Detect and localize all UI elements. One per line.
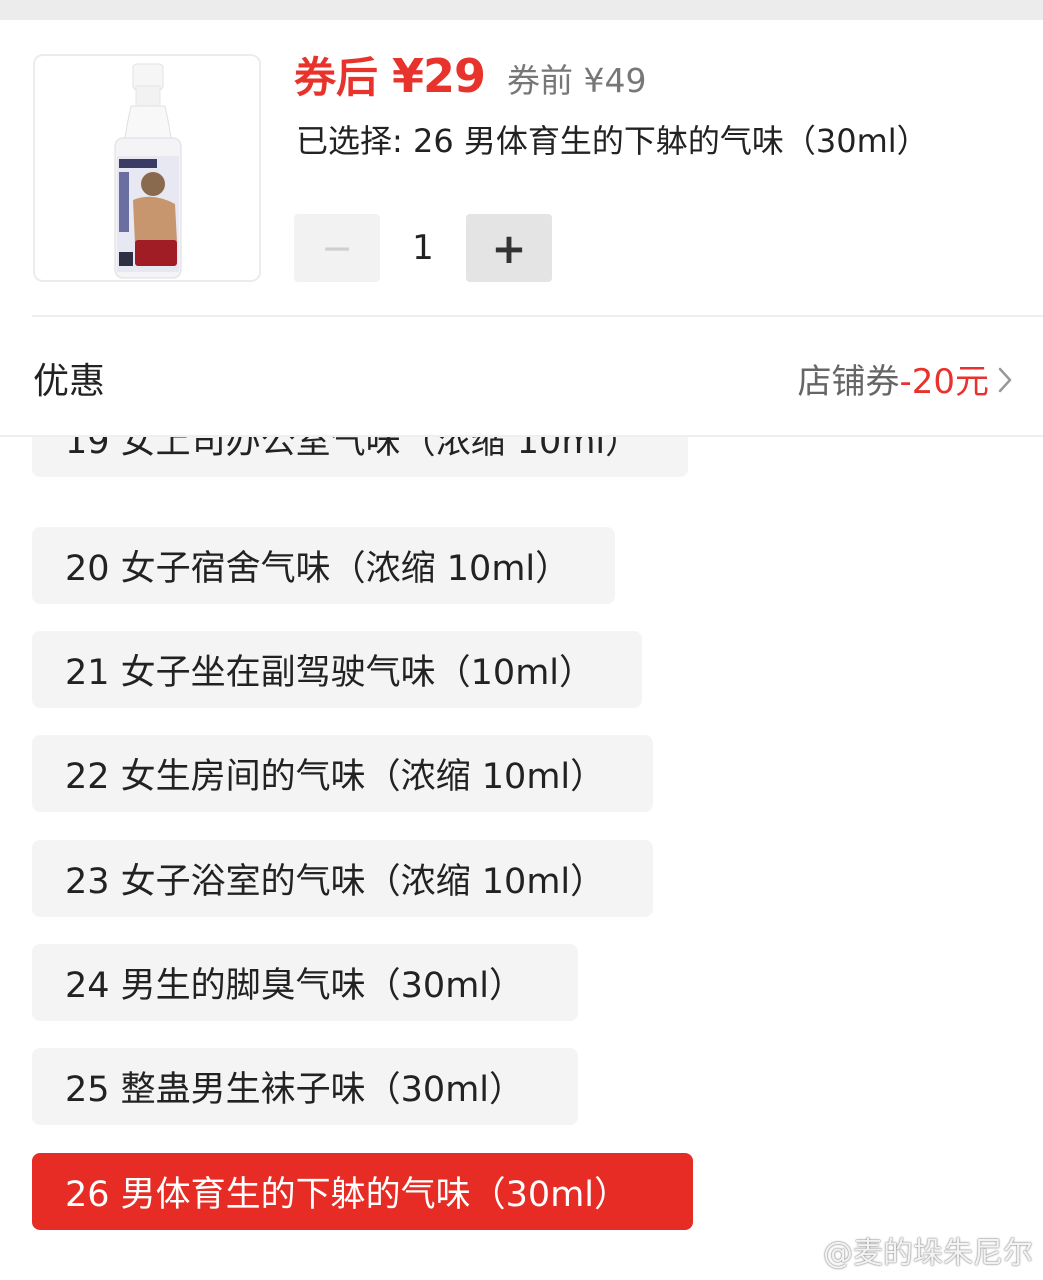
- quantity-increment-button[interactable]: +: [466, 214, 552, 282]
- top-strip: [0, 0, 1043, 20]
- watermark: @麦的垛朱尼尔: [823, 1236, 1033, 1271]
- variant-option-selected[interactable]: 26 男体育生的下躰的气味（30ml）: [32, 1153, 693, 1230]
- variant-option[interactable]: 24 男生的脚臭气味（30ml）: [32, 944, 578, 1021]
- quantity-value[interactable]: 1: [398, 214, 448, 282]
- variant-options-list: 19 女上司办公室气味（浓缩 10ml） 20 女子宿舍气味（浓缩 10ml） …: [0, 437, 1043, 1280]
- promotion-row[interactable]: 优惠 店铺券-20元: [0, 332, 1043, 422]
- price-before: 券前 ¥49: [507, 61, 647, 100]
- spray-bottle-image: [114, 63, 182, 279]
- variant-option[interactable]: 21 女子坐在副驾驶气味（10ml）: [32, 631, 642, 708]
- coupon-label: 店铺券: [797, 362, 900, 402]
- price-after-label: 券后: [294, 53, 379, 102]
- price-row: 券后 ¥29 券前 ¥49: [294, 44, 647, 110]
- variant-option[interactable]: 20 女子宿舍气味（浓缩 10ml）: [32, 527, 615, 604]
- price-after-value: ¥29: [392, 49, 486, 103]
- promotion-title: 优惠: [33, 361, 106, 402]
- variant-option[interactable]: 23 女子浴室的气味（浓缩 10ml）: [32, 840, 653, 917]
- divider: [32, 315, 1043, 317]
- variant-option[interactable]: 25 整蛊男生袜子味（30ml）: [32, 1048, 578, 1125]
- quantity-decrement-button[interactable]: −: [294, 214, 380, 282]
- plus-icon: +: [491, 223, 527, 273]
- selected-variant-text: 已选择: 26 男体育生的下躰的气味（30ml）: [296, 122, 929, 160]
- variant-option[interactable]: 19 女上司办公室气味（浓缩 10ml）: [32, 437, 688, 477]
- minus-icon: −: [321, 226, 353, 270]
- variant-option[interactable]: 22 女生房间的气味（浓缩 10ml）: [32, 735, 653, 812]
- chevron-right-icon: [998, 367, 1012, 393]
- product-thumbnail[interactable]: [33, 54, 261, 282]
- coupon-amount: -20元: [899, 362, 989, 402]
- store-coupon[interactable]: 店铺券-20元: [797, 354, 989, 403]
